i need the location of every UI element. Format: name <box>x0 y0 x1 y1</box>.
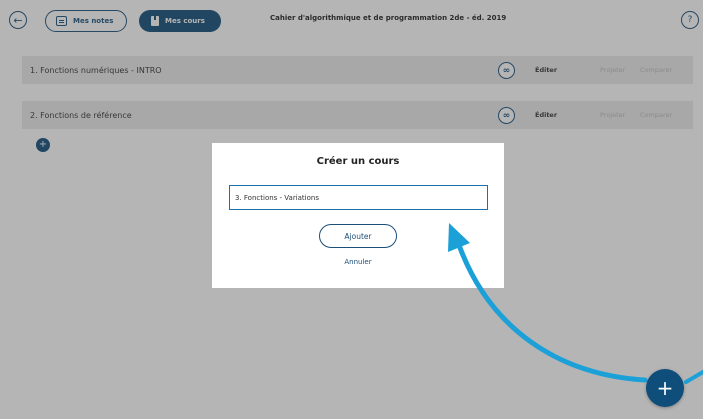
course-name-input[interactable] <box>229 185 488 210</box>
cancel-link[interactable]: Annuler <box>212 258 504 266</box>
add-course-fab[interactable]: + <box>646 369 684 407</box>
dialog-title: Créer un cours <box>316 156 400 167</box>
add-button[interactable]: Ajouter <box>319 224 397 248</box>
create-course-dialog: Créer un cours Ajouter Annuler <box>212 143 504 288</box>
